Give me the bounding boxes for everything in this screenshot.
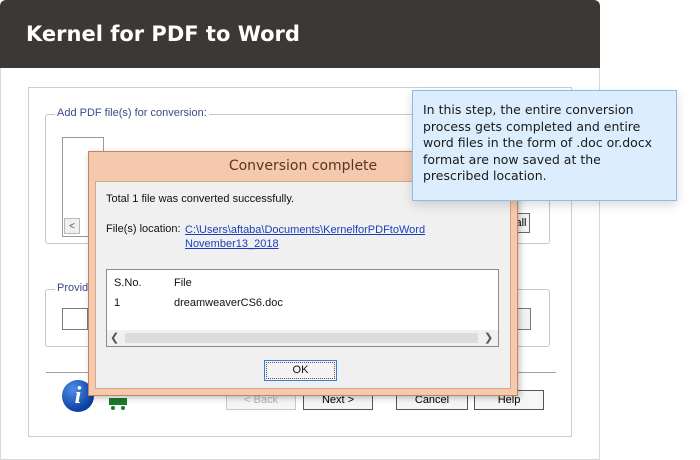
- save-location-group-label: Provid: [55, 282, 91, 294]
- table-scroll-thumb[interactable]: [125, 333, 478, 343]
- ok-button[interactable]: OK: [264, 360, 337, 381]
- callout-text: In this step, the entire conversion proc…: [423, 102, 653, 183]
- table-header-file: File: [174, 277, 192, 289]
- dialog-message: Total 1 file was converted successfully.: [106, 193, 295, 205]
- file-list-scroll-left-button[interactable]: <: [64, 218, 80, 234]
- file-location-link[interactable]: C:\Users\aftaba\Documents\KernelforPDFto…: [185, 223, 435, 251]
- step-callout: In this step, the entire conversion proc…: [412, 90, 677, 201]
- table-row-sno: 1: [114, 297, 121, 309]
- add-files-group-label: Add PDF file(s) for conversion:: [55, 107, 209, 119]
- app-title: Kernel for PDF to Word: [26, 22, 300, 46]
- table-row-file: dreamweaverCS6.doc: [174, 297, 283, 309]
- save-location-input[interactable]: [62, 308, 88, 330]
- table-header-sno: S.No.: [114, 277, 142, 289]
- scroll-right-arrow-icon[interactable]: ❯: [484, 331, 493, 344]
- file-location-label: File(s) location:: [106, 223, 181, 235]
- cart-icon[interactable]: [107, 396, 135, 410]
- scroll-left-arrow-icon[interactable]: ❮: [110, 331, 119, 344]
- app-title-bar: Kernel for PDF to Word: [0, 0, 600, 68]
